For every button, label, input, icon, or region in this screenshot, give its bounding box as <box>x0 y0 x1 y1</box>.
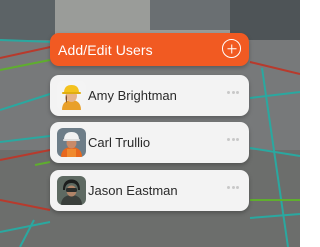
user-card[interactable]: Carl Trullio <box>50 122 249 163</box>
ellipsis-icon[interactable] <box>227 91 241 97</box>
user-name: Jason Eastman <box>88 183 178 198</box>
user-name: Carl Trullio <box>88 135 151 150</box>
add-edit-users-header: Add/Edit Users <box>50 33 249 66</box>
user-name: Amy Brightman <box>88 88 177 103</box>
worker-yellow-hardhat-avatar <box>57 81 86 110</box>
user-card[interactable]: Jason Eastman <box>50 170 249 211</box>
plus-circle-icon[interactable] <box>222 39 241 58</box>
worker-black-helmet-avatar <box>57 176 86 205</box>
worker-white-hardhat-avatar <box>57 128 86 157</box>
ellipsis-icon[interactable] <box>227 186 241 192</box>
panel-title: Add/Edit Users <box>58 42 153 58</box>
ellipsis-icon[interactable] <box>227 138 241 144</box>
user-card[interactable]: Amy Brightman <box>50 75 249 116</box>
